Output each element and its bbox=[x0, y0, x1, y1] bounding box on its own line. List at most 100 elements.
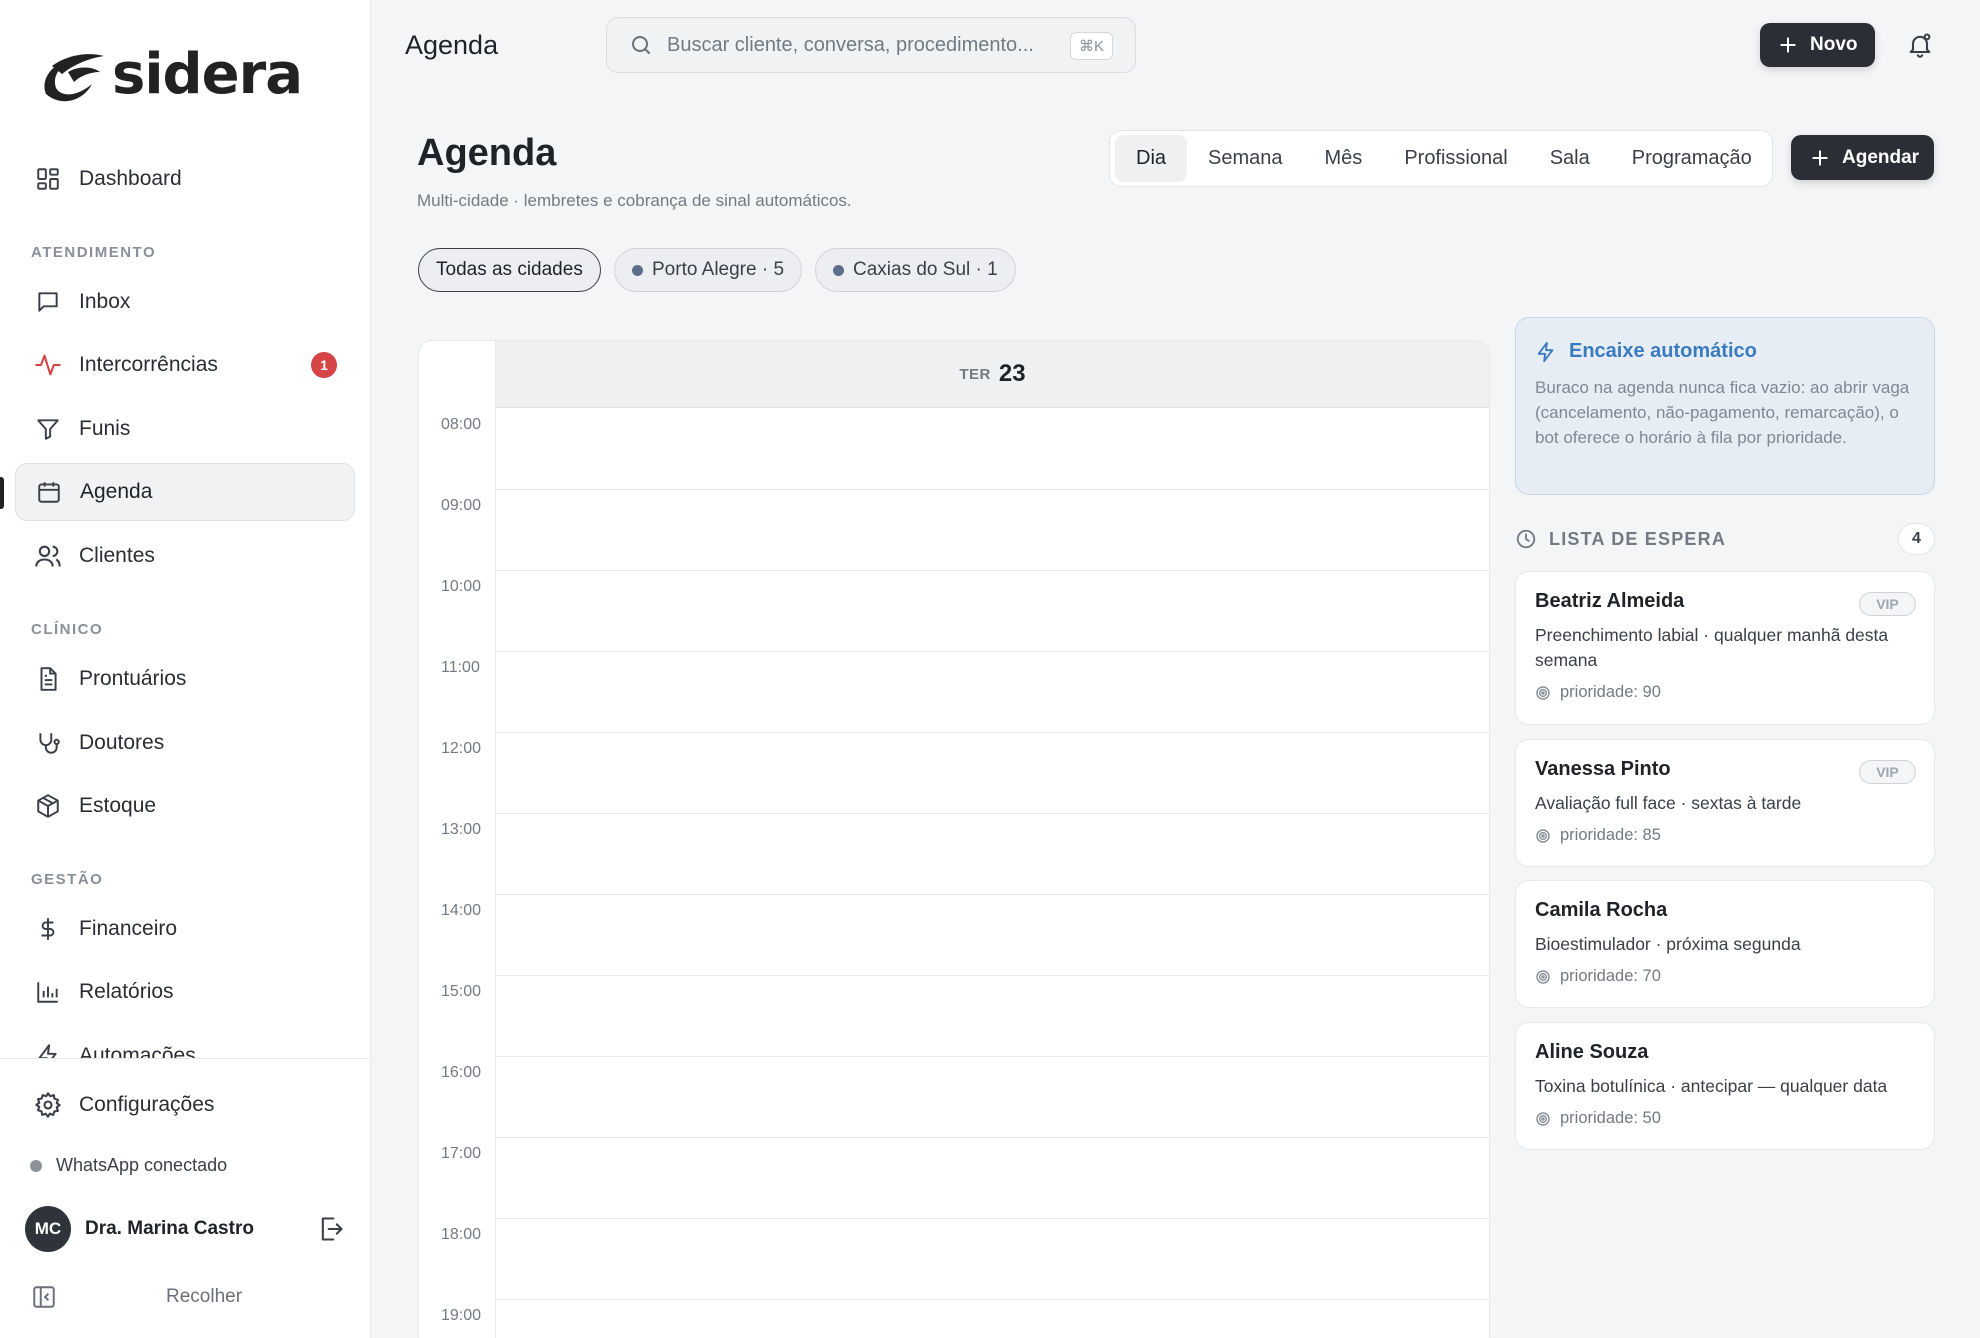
sidebar-item-configuracoes[interactable]: Configurações bbox=[15, 1076, 355, 1134]
schedule-button[interactable]: Agendar bbox=[1791, 135, 1934, 180]
tab-sala[interactable]: Sala bbox=[1529, 135, 1611, 182]
user-profile[interactable]: MC Dra. Marina Castro bbox=[25, 1205, 345, 1253]
sidebar-item-estoque[interactable]: Estoque bbox=[15, 777, 355, 835]
target-icon bbox=[1535, 685, 1551, 701]
waitlist-item[interactable]: Vanessa Pinto VIP Avaliação full face · … bbox=[1515, 739, 1935, 867]
sidebar-item-doutores[interactable]: Doutores bbox=[15, 714, 355, 772]
hour-label: 17:00 bbox=[441, 1145, 482, 1162]
sidebar-item-label: Automações bbox=[79, 1044, 196, 1058]
search-placeholder: Buscar cliente, conversa, procedimento..… bbox=[667, 33, 1034, 56]
section-label-clinico: CLÍNICO bbox=[31, 621, 104, 638]
clock-icon bbox=[1515, 528, 1537, 550]
plus-icon bbox=[1810, 148, 1830, 168]
shortcut-hint: ⌘K bbox=[1069, 32, 1113, 60]
tab-profissional[interactable]: Profissional bbox=[1383, 135, 1528, 182]
client-name: Vanessa Pinto bbox=[1535, 758, 1671, 780]
hour-divider bbox=[496, 732, 1489, 733]
schedule-button-label: Agendar bbox=[1842, 146, 1920, 168]
city-dot bbox=[833, 264, 844, 276]
stethoscope-icon bbox=[33, 728, 63, 758]
priority: prioridade: 85 bbox=[1535, 826, 1915, 845]
collapse-label: Recolher bbox=[166, 1286, 243, 1307]
sidebar-item-label: Funis bbox=[79, 417, 131, 440]
brand-logo[interactable]: sidera bbox=[38, 44, 303, 106]
waitlist-item[interactable]: Beatriz Almeida VIP Preenchimento labial… bbox=[1515, 571, 1935, 725]
topbar-title: Agenda bbox=[405, 30, 499, 60]
priority-label: prioridade: 85 bbox=[1560, 826, 1661, 844]
sidebar-item-inbox[interactable]: Inbox bbox=[15, 273, 355, 331]
sidebar-item-intercorrencias[interactable]: Intercorrências 1 bbox=[15, 336, 355, 394]
users-icon bbox=[33, 541, 63, 571]
sidera-logo-icon bbox=[44, 54, 104, 102]
bell-icon[interactable] bbox=[1906, 31, 1934, 59]
notification-badge: 1 bbox=[311, 352, 337, 378]
hour-label: 14:00 bbox=[441, 902, 482, 919]
sidebar-item-dashboard[interactable]: Dashboard bbox=[15, 150, 355, 208]
tab-dia[interactable]: Dia bbox=[1115, 135, 1188, 182]
priority: prioridade: 50 bbox=[1535, 1109, 1915, 1128]
city-chip-porto-alegre[interactable]: Porto Alegre · 5 bbox=[614, 248, 803, 292]
tab-programacao[interactable]: Programação bbox=[1611, 135, 1773, 182]
hour-label: 11:00 bbox=[441, 659, 480, 676]
client-name: Beatriz Almeida bbox=[1535, 590, 1685, 612]
activity-icon bbox=[33, 350, 63, 380]
sidebar-item-label: Clientes bbox=[79, 544, 155, 567]
city-chip-all[interactable]: Todas as cidades bbox=[418, 248, 601, 292]
search-icon bbox=[629, 33, 653, 57]
priority-label: prioridade: 90 bbox=[1560, 683, 1661, 701]
procedure-description: Toxina botulínica · antecipar — qualquer… bbox=[1535, 1076, 1888, 1096]
waitlist-count: 4 bbox=[1898, 523, 1935, 555]
sidebar-item-automacoes[interactable]: Automações bbox=[15, 1027, 355, 1058]
procedure-description: Preenchimento labial · qualquer manhã de… bbox=[1535, 625, 1889, 670]
sidebar-item-label: Prontuários bbox=[79, 667, 187, 690]
sidebar-item-clientes[interactable]: Clientes bbox=[15, 527, 355, 585]
auto-fill-heading: Encaixe automático bbox=[1535, 340, 1915, 363]
sidebar-item-funis[interactable]: Funis bbox=[15, 400, 355, 458]
hour-divider bbox=[496, 570, 1489, 571]
hour-label: 12:00 bbox=[441, 740, 482, 757]
sidebar-item-financeiro[interactable]: Financeiro bbox=[15, 900, 355, 958]
day-header: TER 23 bbox=[496, 341, 1489, 408]
plus-icon bbox=[1778, 35, 1798, 55]
file-text-icon bbox=[33, 664, 63, 694]
waitlist-title: LISTA DE ESPERA bbox=[1549, 528, 1727, 549]
priority: prioridade: 70 bbox=[1535, 967, 1915, 986]
search-input[interactable]: Buscar cliente, conversa, procedimento..… bbox=[606, 17, 1136, 73]
bar-chart-icon bbox=[33, 977, 63, 1007]
hour-divider bbox=[496, 1218, 1489, 1219]
new-button[interactable]: Novo bbox=[1760, 23, 1875, 67]
collapse-sidebar-button[interactable]: Recolher bbox=[31, 1280, 331, 1314]
waitlist-header: LISTA DE ESPERA 4 bbox=[1515, 523, 1935, 555]
sidebar-item-label: Inbox bbox=[79, 290, 131, 313]
sidebar-item-label: Financeiro bbox=[79, 917, 178, 940]
user-name: Dra. Marina Castro bbox=[85, 1218, 254, 1239]
gear-icon bbox=[33, 1090, 63, 1120]
hour-label: 18:00 bbox=[441, 1226, 482, 1243]
sidebar-item-label: Doutores bbox=[79, 731, 165, 754]
waitlist-item[interactable]: Aline Souza Toxina botulínica · antecipa… bbox=[1515, 1022, 1935, 1150]
hour-label: 08:00 bbox=[441, 416, 482, 433]
auto-fill-card: Encaixe automático Buraco na agenda nunc… bbox=[1515, 317, 1935, 495]
zap-icon bbox=[33, 1041, 63, 1058]
logout-icon[interactable] bbox=[317, 1215, 345, 1243]
target-icon bbox=[1535, 969, 1551, 985]
tab-mes[interactable]: Mês bbox=[1304, 135, 1384, 182]
sidebar-item-label: Agenda bbox=[80, 480, 153, 503]
calendar-icon bbox=[34, 477, 64, 507]
hour-divider bbox=[496, 489, 1489, 490]
waitlist-item[interactable]: Camila Rocha Bioestimulador · próxima se… bbox=[1515, 880, 1935, 1008]
sidebar-item-agenda[interactable]: Agenda bbox=[15, 463, 355, 521]
auto-fill-title: Encaixe automático bbox=[1569, 340, 1757, 362]
sidebar-item-prontuarios[interactable]: Prontuários bbox=[15, 650, 355, 708]
city-chip-caxias-do-sul[interactable]: Caxias do Sul · 1 bbox=[815, 248, 1016, 292]
tab-semana[interactable]: Semana bbox=[1187, 135, 1304, 182]
sidebar-nav: sidera Dashboard ATENDIMENTO Inbox Inter… bbox=[0, 0, 371, 1058]
procedure-description: Bioestimulador · próxima segunda bbox=[1535, 934, 1801, 954]
active-indicator bbox=[0, 477, 4, 509]
sidebar-item-relatorios[interactable]: Relatórios bbox=[15, 963, 355, 1021]
hour-label: 13:00 bbox=[441, 821, 482, 838]
hour-divider bbox=[496, 1137, 1489, 1138]
priority: prioridade: 90 bbox=[1535, 683, 1915, 702]
priority-label: prioridade: 50 bbox=[1560, 1109, 1661, 1127]
priority-label: prioridade: 70 bbox=[1560, 967, 1661, 985]
